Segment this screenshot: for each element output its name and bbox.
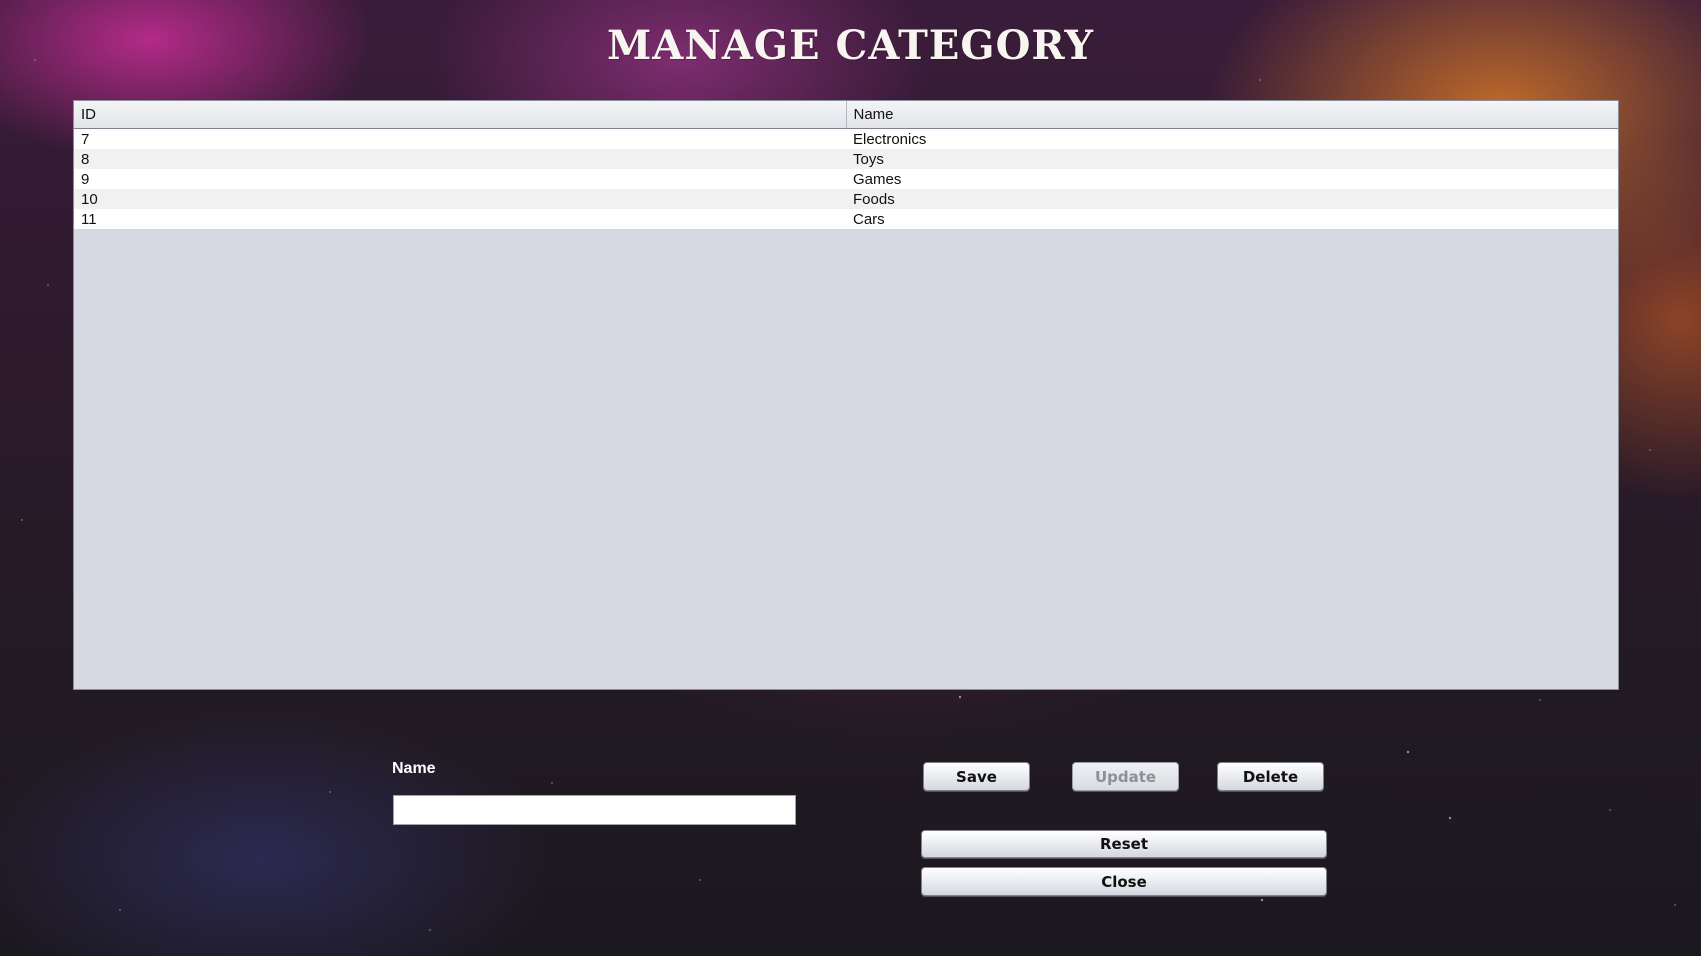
table-row[interactable]: 11 Cars (74, 209, 1618, 229)
table-row[interactable]: 9 Games (74, 169, 1618, 189)
name-input[interactable] (393, 795, 796, 825)
category-table: ID Name 7 Electronics 8 Toys 9 Games 10 … (74, 101, 1618, 229)
column-header-name[interactable]: Name (846, 101, 1618, 129)
table-row[interactable]: 10 Foods (74, 189, 1618, 209)
cell-name: Cars (846, 209, 1618, 229)
page-title: MANAGE CATEGORY (607, 22, 1094, 69)
cell-id: 11 (74, 209, 846, 229)
category-table-panel[interactable]: ID Name 7 Electronics 8 Toys 9 Games 10 … (73, 100, 1619, 690)
table-row[interactable]: 8 Toys (74, 149, 1618, 169)
cell-id: 7 (74, 128, 846, 149)
cell-id: 9 (74, 169, 846, 189)
cell-id: 10 (74, 189, 846, 209)
name-field-label: Name (392, 760, 436, 777)
cell-name: Toys (846, 149, 1618, 169)
cell-name: Electronics (846, 128, 1618, 149)
table-header-row: ID Name (74, 101, 1618, 129)
column-header-id[interactable]: ID (74, 101, 847, 129)
reset-button[interactable]: Reset (921, 830, 1327, 858)
save-button[interactable]: Save (923, 762, 1030, 791)
cell-name: Games (846, 169, 1618, 189)
cell-id: 8 (74, 149, 846, 169)
cell-name: Foods (846, 189, 1618, 209)
update-button[interactable]: Update (1072, 762, 1179, 791)
close-button[interactable]: Close (921, 867, 1327, 896)
delete-button[interactable]: Delete (1217, 762, 1324, 791)
table-row[interactable]: 7 Electronics (74, 128, 1618, 149)
